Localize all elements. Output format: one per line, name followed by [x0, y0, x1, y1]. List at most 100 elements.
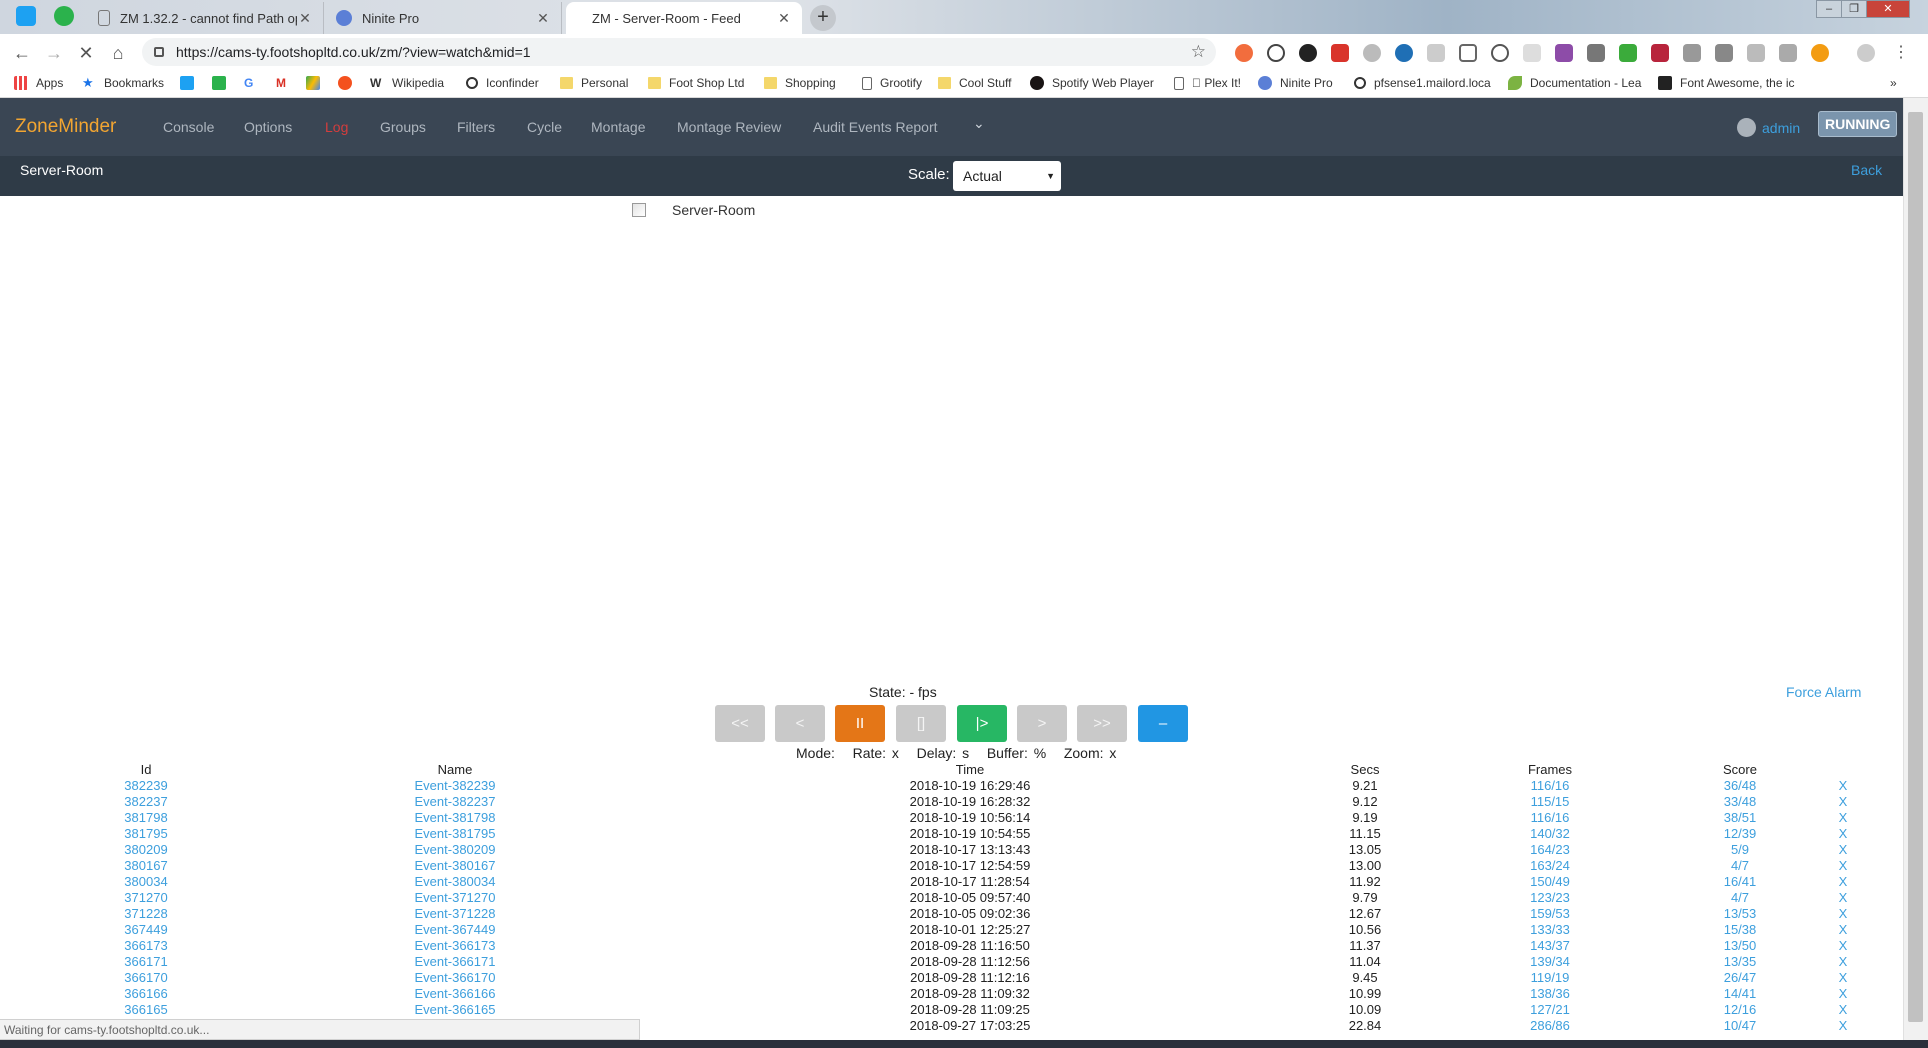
- event-id[interactable]: 381798: [120, 810, 172, 825]
- event-frames[interactable]: 143/37: [1510, 938, 1590, 953]
- extension-icon[interactable]: [1491, 44, 1509, 62]
- bookmark-plex[interactable]:   Plex It!: [1174, 76, 1241, 90]
- back-link[interactable]: Back: [1851, 162, 1882, 178]
- nav-audit-events-report[interactable]: Audit Events Report: [813, 119, 938, 135]
- bookmark-ninite[interactable]: Ninite Pro: [1258, 76, 1333, 90]
- event-id[interactable]: 380167: [120, 858, 172, 873]
- zm-brand[interactable]: ZoneMinder: [15, 116, 116, 138]
- event-name[interactable]: Event-371270: [400, 890, 510, 905]
- event-name[interactable]: Event-366173: [400, 938, 510, 953]
- slow-rewind-button[interactable]: <: [775, 705, 825, 742]
- event-id[interactable]: 371228: [120, 906, 172, 921]
- event-frames[interactable]: 140/32: [1510, 826, 1590, 841]
- cast-icon[interactable]: [1459, 44, 1477, 62]
- menu-kebab-icon[interactable]: ⋮: [1893, 44, 1909, 62]
- run-state-button[interactable]: RUNNING: [1818, 111, 1898, 137]
- delete-event-button[interactable]: X: [1836, 858, 1850, 873]
- event-name[interactable]: Event-382237: [400, 794, 510, 809]
- delete-event-button[interactable]: X: [1836, 778, 1850, 793]
- event-score[interactable]: 13/53: [1700, 906, 1780, 921]
- event-score[interactable]: 5/9: [1700, 842, 1780, 857]
- nav-log[interactable]: Log: [325, 119, 348, 135]
- event-name[interactable]: Event-380209: [400, 842, 510, 857]
- back-arrow-icon[interactable]: ←: [10, 41, 34, 65]
- event-id[interactable]: 371270: [120, 890, 172, 905]
- bookmark-wikipedia[interactable]: W Wikipedia: [370, 76, 444, 90]
- bookmark-orange[interactable]: [338, 76, 360, 90]
- event-frames[interactable]: 116/16: [1510, 778, 1590, 793]
- event-score[interactable]: 15/38: [1700, 922, 1780, 937]
- event-id[interactable]: 367449: [120, 922, 172, 937]
- force-alarm-link[interactable]: Force Alarm: [1786, 684, 1861, 700]
- delete-event-button[interactable]: X: [1836, 810, 1850, 825]
- delete-event-button[interactable]: X: [1836, 1002, 1850, 1017]
- delete-event-button[interactable]: X: [1836, 986, 1850, 1001]
- extension-icon[interactable]: [1299, 44, 1317, 62]
- nav-montage-review[interactable]: Montage Review: [677, 119, 781, 135]
- event-id[interactable]: 366166: [120, 986, 172, 1001]
- stop-button[interactable]: []: [896, 705, 946, 742]
- extension-icon[interactable]: [1779, 44, 1797, 62]
- event-name[interactable]: Event-367449: [400, 922, 510, 937]
- delete-event-button[interactable]: X: [1836, 954, 1850, 969]
- bookmark-cool-stuff[interactable]: Cool Stuff: [938, 76, 1011, 90]
- extension-icon[interactable]: [1683, 44, 1701, 62]
- bookmark-pfsense[interactable]: pfsense1.mailord.loca: [1354, 76, 1491, 90]
- event-id[interactable]: 382239: [120, 778, 172, 793]
- close-tab-icon[interactable]: ✕: [297, 10, 313, 27]
- nav-filters[interactable]: Filters: [457, 119, 495, 135]
- bookmark-shopping[interactable]: Shopping: [764, 76, 836, 90]
- bookmark-feedly[interactable]: [212, 76, 234, 90]
- delete-event-button[interactable]: X: [1836, 970, 1850, 985]
- event-name[interactable]: Event-382239: [400, 778, 510, 793]
- nav-groups[interactable]: Groups: [380, 119, 426, 135]
- event-frames[interactable]: 138/36: [1510, 986, 1590, 1001]
- bookmark-star-icon[interactable]: ☆: [1191, 42, 1206, 62]
- event-id[interactable]: 366171: [120, 954, 172, 969]
- event-id[interactable]: 381795: [120, 826, 172, 841]
- minimize-button[interactable]: –: [1816, 0, 1842, 18]
- tab-zm-feed[interactable]: ZM - Server-Room - Feed ✕: [566, 2, 802, 34]
- home-icon[interactable]: ⌂: [106, 41, 130, 65]
- event-frames[interactable]: 164/23: [1510, 842, 1590, 857]
- slow-forward-button[interactable]: >: [1017, 705, 1067, 742]
- maximize-button[interactable]: ❐: [1841, 0, 1867, 18]
- bookmark-personal[interactable]: Personal: [560, 76, 628, 90]
- delete-event-button[interactable]: X: [1836, 938, 1850, 953]
- tab-zm-forum[interactable]: ZM 1.32.2 - cannot find Path opt ✕: [88, 2, 324, 34]
- event-frames[interactable]: 133/33: [1510, 922, 1590, 937]
- event-name[interactable]: Event-366165: [400, 1002, 510, 1017]
- scrollbar-thumb[interactable]: [1908, 112, 1923, 1022]
- extension-icon[interactable]: [1619, 44, 1637, 62]
- event-score[interactable]: 36/48: [1700, 778, 1780, 793]
- fast-forward-button[interactable]: >>: [1077, 705, 1127, 742]
- bookmark-font-awesome[interactable]: Font Awesome, the ic: [1658, 76, 1795, 90]
- delete-event-button[interactable]: X: [1836, 890, 1850, 905]
- event-frames[interactable]: 127/21: [1510, 1002, 1590, 1017]
- event-frames[interactable]: 159/53: [1510, 906, 1590, 921]
- chevron-down-icon[interactable]: ⌄: [973, 115, 985, 132]
- nav-montage[interactable]: Montage: [591, 119, 645, 135]
- event-name[interactable]: Event-366166: [400, 986, 510, 1001]
- nav-console[interactable]: Console: [163, 119, 214, 135]
- event-frames[interactable]: 123/23: [1510, 890, 1590, 905]
- event-id[interactable]: 380209: [120, 842, 172, 857]
- event-id[interactable]: 366173: [120, 938, 172, 953]
- extension-icon[interactable]: [1747, 44, 1765, 62]
- delete-event-button[interactable]: X: [1836, 794, 1850, 809]
- close-window-button[interactable]: ✕: [1866, 0, 1910, 18]
- bookmark-spotify[interactable]: Spotify Web Player: [1030, 76, 1154, 90]
- event-score[interactable]: 12/39: [1700, 826, 1780, 841]
- event-name[interactable]: Event-366170: [400, 970, 510, 985]
- event-frames[interactable]: 286/86: [1510, 1018, 1590, 1033]
- extension-icon[interactable]: [1523, 44, 1541, 62]
- address-bar[interactable]: https://cams-ty.footshopltd.co.uk/zm/?vi…: [142, 38, 1216, 66]
- event-id[interactable]: 382237: [120, 794, 172, 809]
- extension-icon[interactable]: [1555, 44, 1573, 62]
- event-score[interactable]: 16/41: [1700, 874, 1780, 889]
- event-name[interactable]: Event-371228: [400, 906, 510, 921]
- extension-icon[interactable]: [1331, 44, 1349, 62]
- extension-icon[interactable]: [1811, 44, 1829, 62]
- event-score[interactable]: 4/7: [1700, 890, 1780, 905]
- event-frames[interactable]: 116/16: [1510, 810, 1590, 825]
